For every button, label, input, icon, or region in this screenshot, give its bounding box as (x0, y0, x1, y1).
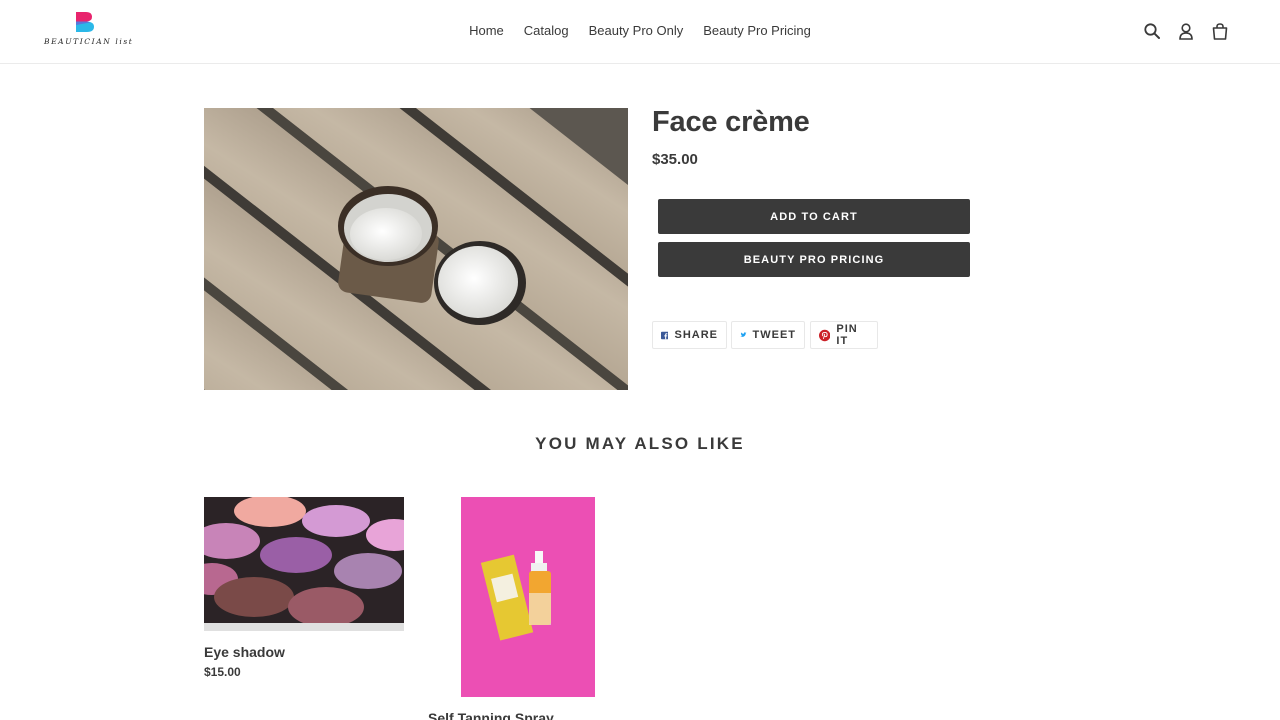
product-card-name[interactable]: Self Tanning Spray (428, 710, 628, 720)
share-twitter-label: TWEET (752, 329, 796, 341)
beauty-pro-pricing-button[interactable]: BEAUTY PRO PRICING (658, 242, 970, 277)
cart-icon[interactable] (1210, 20, 1230, 42)
nav-beauty-pro-only[interactable]: Beauty Pro Only (589, 22, 684, 40)
account-icon[interactable] (1176, 20, 1196, 42)
nav-catalog[interactable]: Catalog (524, 22, 569, 40)
share-facebook-label: SHARE (674, 329, 718, 341)
facebook-icon (661, 331, 669, 339)
share-facebook-button[interactable]: SHARE (652, 321, 727, 349)
header-icons (1142, 20, 1230, 42)
main-nav: Home Catalog Beauty Pro Only Beauty Pro … (0, 22, 1280, 40)
search-icon[interactable] (1142, 20, 1162, 42)
product-card-name[interactable]: Eye shadow (204, 644, 404, 660)
share-twitter-button[interactable]: TWEET (731, 321, 805, 349)
brand-logo-mark (76, 12, 94, 32)
product-title: Face crème (652, 106, 810, 138)
product-card-eye-shadow[interactable]: Eye shadow $15.00 (204, 497, 404, 679)
share-pinterest-label: PIN IT (836, 323, 858, 347)
product-card-price: $15.00 (204, 665, 241, 679)
product-card-self-tanning-spray[interactable]: Self Tanning Spray (428, 497, 628, 720)
product-price: $35.00 (652, 151, 698, 168)
nav-home[interactable]: Home (469, 22, 504, 40)
brand-wordmark: BEAUTICIAN list (44, 37, 134, 46)
share-pinterest-button[interactable]: PIN IT (810, 321, 878, 349)
product-card-image[interactable] (204, 497, 404, 631)
related-heading: YOU MAY ALSO LIKE (535, 434, 745, 453)
nav-beauty-pro-pricing[interactable]: Beauty Pro Pricing (703, 22, 811, 40)
product-image[interactable] (204, 108, 628, 390)
brand-logo[interactable]: BEAUTICIAN list (44, 12, 132, 52)
twitter-icon (740, 332, 747, 337)
product-card-image[interactable] (461, 497, 595, 697)
site-header: BEAUTICIAN list Home Catalog Beauty Pro … (0, 0, 1280, 64)
pinterest-icon (819, 329, 831, 341)
add-to-cart-button[interactable]: ADD TO CART (658, 199, 970, 234)
